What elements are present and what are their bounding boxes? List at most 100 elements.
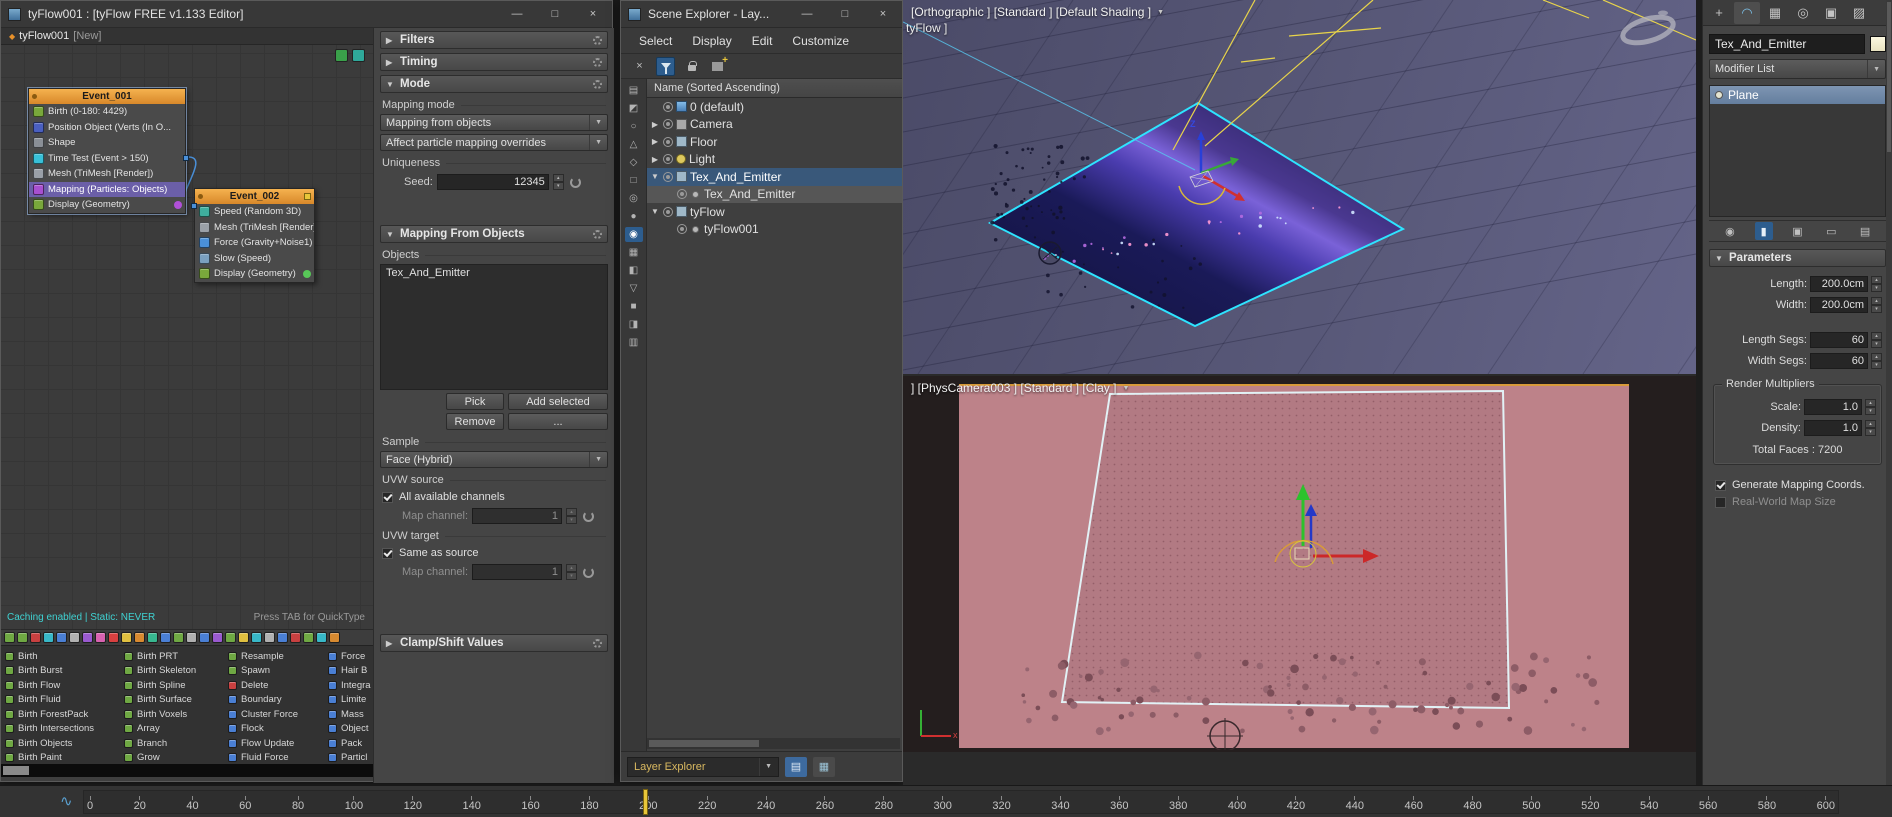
frame-tick[interactable]: 320 [992,796,1010,813]
eye-icon[interactable] [663,137,673,147]
object-color-swatch[interactable] [1870,36,1886,52]
rollout-timing[interactable]: ▶ Timing [380,53,608,71]
tyflow-toolbar-icon[interactable] [264,632,275,643]
gear-icon[interactable] [593,58,602,67]
frame-tick[interactable]: 500 [1522,796,1540,813]
editor-sync-icon[interactable] [352,49,365,62]
parameter-input[interactable]: 200.0cm [1810,276,1868,292]
viewport-label[interactable]: [Orthographic ] [Standard ] [Default Sha… [911,5,1164,19]
scene-row[interactable]: 0 (default) [647,98,902,116]
maximize-button[interactable]: □ [826,1,864,27]
spinner[interactable] [1865,399,1876,415]
expander-icon[interactable]: ▶ [650,137,660,146]
tyflow-toolbar-icon[interactable] [4,632,15,643]
physcamera-viewport[interactable]: ] [PhysCamera003 ] [Standard ] [Clay ] ▼… [903,376,1696,752]
spinner[interactable] [1865,420,1876,436]
event-002-header[interactable]: Event_002 [195,189,314,204]
frame-tick[interactable]: 160 [521,796,539,813]
rollout-mode[interactable]: ▼ Mode [380,75,608,93]
frame-tick[interactable]: 60 [239,796,251,813]
parameter-input[interactable]: 60 [1810,353,1868,369]
operator-row[interactable]: Birth (0-180: 4429) [29,104,185,120]
frame-tick[interactable]: 180 [580,796,598,813]
objects-list-item[interactable]: Tex_And_Emitter [381,265,607,281]
objects-listbox[interactable]: Tex_And_Emitter [380,264,608,390]
depot-item[interactable]: Birth Skeleton [124,664,228,679]
stack-tool-icon[interactable]: ▤ [1856,222,1874,240]
display-filter-icon[interactable]: △ [625,137,643,152]
generate-mapping-checkbox[interactable] [1715,480,1726,491]
operator-row[interactable]: Slow (Speed) [195,251,314,267]
gear-icon[interactable] [593,230,602,239]
tyflow-toolbar-icon[interactable] [56,632,67,643]
tyflow-toolbar-icon[interactable] [303,632,314,643]
object-name-field[interactable]: Tex_And_Emitter [1709,34,1865,54]
depot-item[interactable]: Grow [124,751,228,765]
operator-row[interactable]: Position Object (Verts (In O... [29,120,185,136]
expander-icon[interactable]: ▶ [650,120,660,129]
frame-tick[interactable]: 0 [87,796,93,813]
scene-row[interactable]: ▼ tyFlow [647,203,902,221]
depot-item[interactable]: Particl [328,751,373,765]
map-channel-input[interactable]: 1 [472,564,562,580]
depot-item[interactable]: Limite [328,693,373,708]
frame-tick[interactable]: 580 [1758,796,1776,813]
editor-grid-icon[interactable] [335,49,348,62]
depot-item[interactable]: Spawn [228,664,328,679]
command-panel-tab-icon[interactable]: + [1706,2,1732,24]
clay-render-area[interactable] [959,384,1629,748]
scene-row[interactable]: ▼ Tex_And_Emitter [647,168,902,186]
display-filter-icon[interactable]: ◇ [625,155,643,170]
parameter-input[interactable]: 200.0cm [1810,297,1868,313]
expander-icon[interactable]: ▼ [650,172,660,181]
output-port[interactable] [183,155,189,161]
add-layer-icon[interactable]: + [708,57,727,76]
rollout-clamp-shift[interactable]: ▶ Clamp/Shift Values [380,634,608,652]
tyflow-toolbar-icon[interactable] [225,632,236,643]
frame-tick[interactable]: 220 [698,796,716,813]
frame-tick[interactable]: 540 [1640,796,1658,813]
same-as-source-checkbox[interactable] [382,548,393,559]
tyflow-toolbar-icon[interactable] [186,632,197,643]
command-panel-tab-icon[interactable]: ▣ [1818,2,1844,24]
frame-tick[interactable]: 80 [292,796,304,813]
display-filter-icon[interactable]: ▦ [625,245,643,260]
parameter-input[interactable]: 1.0 [1804,420,1862,436]
depot-item[interactable]: Flock [228,722,328,737]
map-channel-input[interactable]: 1 [472,508,562,524]
depot-item[interactable]: Birth Objects [5,736,124,751]
tyflow-toolbar-icon[interactable] [121,632,132,643]
command-panel-tab-icon[interactable]: ◎ [1790,2,1816,24]
depot-scrollbar[interactable] [1,764,373,777]
depot-item[interactable]: Force [328,649,373,664]
frame-tick[interactable]: 340 [1051,796,1069,813]
timeline[interactable]: ∿ 02040608010012014016018020022024026028… [0,785,1892,817]
seed-refresh-icon[interactable] [570,177,581,188]
expander-icon[interactable]: ▼ [650,207,660,216]
scrollbar-thumb[interactable] [1887,2,1891,152]
scrollbar-thumb[interactable] [3,766,29,775]
display-filter-icon[interactable]: ▽ [625,281,643,296]
tyflow-toolbar-icon[interactable] [30,632,41,643]
frame-tick[interactable]: 100 [345,796,363,813]
depot-item[interactable]: Boundary [228,693,328,708]
spinner[interactable] [1871,297,1882,313]
eye-icon[interactable] [663,172,673,182]
event-001-node[interactable]: Event_001 Birth (0-180: 4429) Position O… [28,88,186,214]
event-001-header[interactable]: Event_001 [29,89,185,104]
tyflow-toolbar-icon[interactable] [199,632,210,643]
scene-row[interactable]: Tex_And_Emitter [647,186,902,204]
viewport-label[interactable]: ] [PhysCamera003 ] [Standard ] [Clay ] ▼ [911,381,1129,395]
viewport-label-text[interactable]: [Orthographic ] [Standard ] [Default Sha… [911,5,1151,19]
scene-row[interactable]: ▶ Camera [647,116,902,134]
scrollbar-thumb[interactable] [649,740,759,747]
explorer-hscrollbar[interactable] [647,738,900,749]
stack-tool-icon[interactable]: ▭ [1822,222,1840,240]
map-channel-spinner[interactable] [566,508,577,524]
all-channels-checkbox[interactable] [382,492,393,503]
eye-icon[interactable] [663,207,673,217]
event-002-node[interactable]: Event_002 Speed (Random 3D) Mesh (TriMes… [194,188,315,283]
depot-item[interactable]: Birth Surface [124,693,228,708]
tyflow-toolbar-icon[interactable] [251,632,262,643]
spinner[interactable] [1871,276,1882,292]
